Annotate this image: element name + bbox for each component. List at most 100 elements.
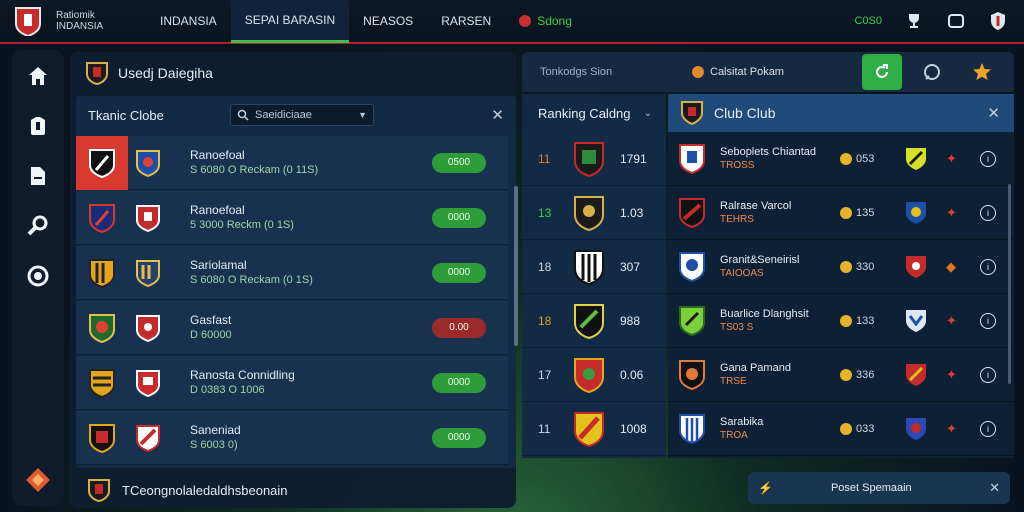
home-icon[interactable]	[24, 62, 52, 90]
tab-calsitat-pokam[interactable]: Calsitat Pokam	[692, 66, 862, 78]
team-crest	[76, 356, 128, 410]
rank-row[interactable]: 18 307	[522, 240, 666, 294]
rank-value: 1008	[620, 421, 647, 436]
rank-crest	[574, 303, 604, 339]
trophy-icon[interactable]	[904, 11, 924, 31]
window-icon[interactable]	[946, 11, 966, 31]
team-crest	[76, 411, 128, 465]
team-row[interactable]: Gasfast D 60000 0.00	[76, 301, 508, 355]
rank-row[interactable]: 13 1.03	[522, 186, 666, 240]
star-icon[interactable]: ✦	[946, 205, 966, 221]
chevron-down-icon[interactable]: ⌄	[644, 108, 652, 119]
team-row[interactable]: Saneniad S 6003 0) 0000	[76, 411, 508, 465]
star-icon[interactable]: ✦	[946, 313, 966, 329]
club-points: 133	[840, 314, 888, 327]
close-icon[interactable]: ✕	[987, 104, 1000, 122]
nav-tab-neasos[interactable]: NEASOS	[349, 0, 427, 43]
team-search-input[interactable]: Saeidiciaae	[255, 109, 312, 121]
refresh-button[interactable]	[862, 54, 902, 90]
star-icon[interactable]: ✦	[946, 151, 966, 167]
info-icon[interactable]: i	[980, 204, 996, 221]
info-icon[interactable]: i	[980, 366, 996, 383]
team-row[interactable]: Ranosta Connidling D 0383 O 1006 0000	[76, 356, 508, 410]
document-icon[interactable]	[24, 162, 52, 190]
club-row[interactable]: Gana Pamand TRSE 336 ✦ i	[668, 348, 1014, 402]
team-list: Ranoefoal S 6080 O Reckam (0 11S) 0500 R…	[76, 135, 508, 466]
sidebar	[12, 50, 64, 506]
post-panel-button[interactable]: ⚡ Poset Spemaain ✕	[748, 472, 1010, 504]
team-score-pill[interactable]: 0000	[432, 372, 486, 393]
team-list-scrollbar[interactable]	[514, 186, 518, 346]
team-score-pill[interactable]: 0000	[432, 207, 486, 228]
club-crest	[679, 251, 705, 282]
rank-row[interactable]: 17 0.06	[522, 348, 666, 402]
team-name: Gasfast	[190, 312, 232, 327]
club-badge-icon	[906, 363, 926, 386]
top-bar: Ratiomik INDANSIA INDANSIA SEPAI BARASIN…	[0, 0, 1024, 44]
info-icon[interactable]: i	[980, 150, 996, 167]
nav-tab-indansia[interactable]: INDANSIA	[146, 0, 231, 43]
close-icon[interactable]: ✕	[491, 106, 504, 124]
info-icon[interactable]: i	[980, 258, 996, 275]
star-icon[interactable]: ✦	[946, 421, 966, 437]
ranking-header[interactable]: Ranking Caldng ⌄	[522, 94, 666, 132]
club-list-scrollbar[interactable]	[1008, 184, 1011, 384]
target-icon[interactable]	[24, 262, 52, 290]
ranking-tabs: Tonkodgs Sion Calsitat Pokam	[522, 52, 1014, 92]
team-panel-title: Usedj Daiegiha	[118, 65, 213, 81]
team-row[interactable]: Ranoefoal S 6080 O Reckam (0 11S) 0500	[76, 135, 508, 190]
nav-tab-rarsen[interactable]: RARSEN	[427, 0, 505, 43]
club-name: Ralrase Varcol	[720, 199, 792, 212]
search-icon[interactable]	[24, 212, 52, 240]
club-row[interactable]: Seboplets Chiantad TROSS 053 ✦ i	[668, 132, 1014, 186]
chevron-down-icon[interactable]: ▼	[358, 110, 367, 120]
team-score-value: 0000	[447, 212, 471, 223]
team-score-pill[interactable]: 0000	[432, 427, 486, 448]
team-info: Ranoefoal S 6080 O Reckam (0 11S)	[190, 148, 318, 178]
team-detail: 5 3000 Reckm (0 1S)	[190, 218, 294, 231]
club-crest-icon	[681, 101, 703, 126]
team-row[interactable]: Sariolamal S 6080 O Reckam (0 1S) 0000	[76, 246, 508, 300]
star-icon[interactable]: ◆	[946, 259, 966, 275]
opponent-crest	[128, 369, 168, 397]
rank-row[interactable]: 18 988	[522, 294, 666, 348]
info-icon[interactable]: i	[980, 312, 996, 329]
app-logo[interactable]	[0, 0, 56, 43]
club-info: Buarlice Dlanghsit TS03 S	[720, 307, 840, 335]
shield-icon[interactable]	[988, 11, 1008, 31]
rank-position: 13	[538, 205, 552, 220]
club-points-value: 135	[856, 206, 875, 219]
club-crest-icon	[86, 62, 108, 86]
diamond-alert-icon[interactable]	[24, 466, 52, 494]
team-detail: S 6080 O Reckam (0 11S)	[190, 163, 319, 176]
team-search[interactable]: Saeidiciaae ▼	[230, 104, 374, 126]
tab-tonkodgs-sion[interactable]: Tonkodgs Sion	[522, 66, 692, 78]
nav-tab-sdong[interactable]: Sdong	[505, 0, 586, 43]
top-nav: INDANSIA SEPAI BARASIN NEASOS RARSEN Sdo…	[146, 0, 586, 43]
ranking-title: Ranking Caldng	[538, 105, 631, 121]
shirt-icon[interactable]	[24, 112, 52, 140]
club-crest-icon	[88, 479, 110, 503]
team-panel-footer[interactable]: TCeongnolaledaldhsbeonain	[70, 472, 516, 508]
club-row[interactable]: Ralrase Varcol TEHRS 135 ✦ i	[668, 186, 1014, 240]
rank-row[interactable]: 11 1008	[522, 402, 666, 456]
club-row[interactable]: Granit&Seneirisl TAIOOAS 330 ◆ i	[668, 240, 1014, 294]
nav-tab-sepai-barasin[interactable]: SEPAI BARASIN	[230, 0, 350, 43]
team-score-pill[interactable]: 0500	[432, 152, 486, 173]
club-row[interactable]: Sarabika TROA 033 ✦ i	[668, 402, 1014, 456]
close-icon[interactable]: ✕	[989, 480, 1000, 496]
chat-icon[interactable]	[912, 54, 952, 90]
team-score-pill[interactable]: 0000	[432, 262, 486, 283]
team-score-pill[interactable]: 0.00	[432, 317, 486, 338]
club-row[interactable]: Buarlice Dlanghsit TS03 S 133 ✦ i	[668, 294, 1014, 348]
club-points: 033	[840, 422, 888, 435]
star-icon[interactable]: ✦	[946, 367, 966, 383]
rank-row[interactable]: 11 1791	[522, 132, 666, 186]
info-icon[interactable]: i	[980, 420, 996, 437]
team-row[interactable]: Ranoefoal 5 3000 Reckm (0 1S) 0000	[76, 191, 508, 245]
team-info: Ranoefoal 5 3000 Reckm (0 1S)	[190, 203, 294, 233]
star-badge-icon[interactable]	[962, 54, 1002, 90]
rank-position: 18	[538, 313, 552, 328]
rank-value: 1.03	[620, 205, 644, 220]
club-column: Club Club ✕ Seboplets Chiantad TROSS 053…	[668, 94, 1014, 458]
